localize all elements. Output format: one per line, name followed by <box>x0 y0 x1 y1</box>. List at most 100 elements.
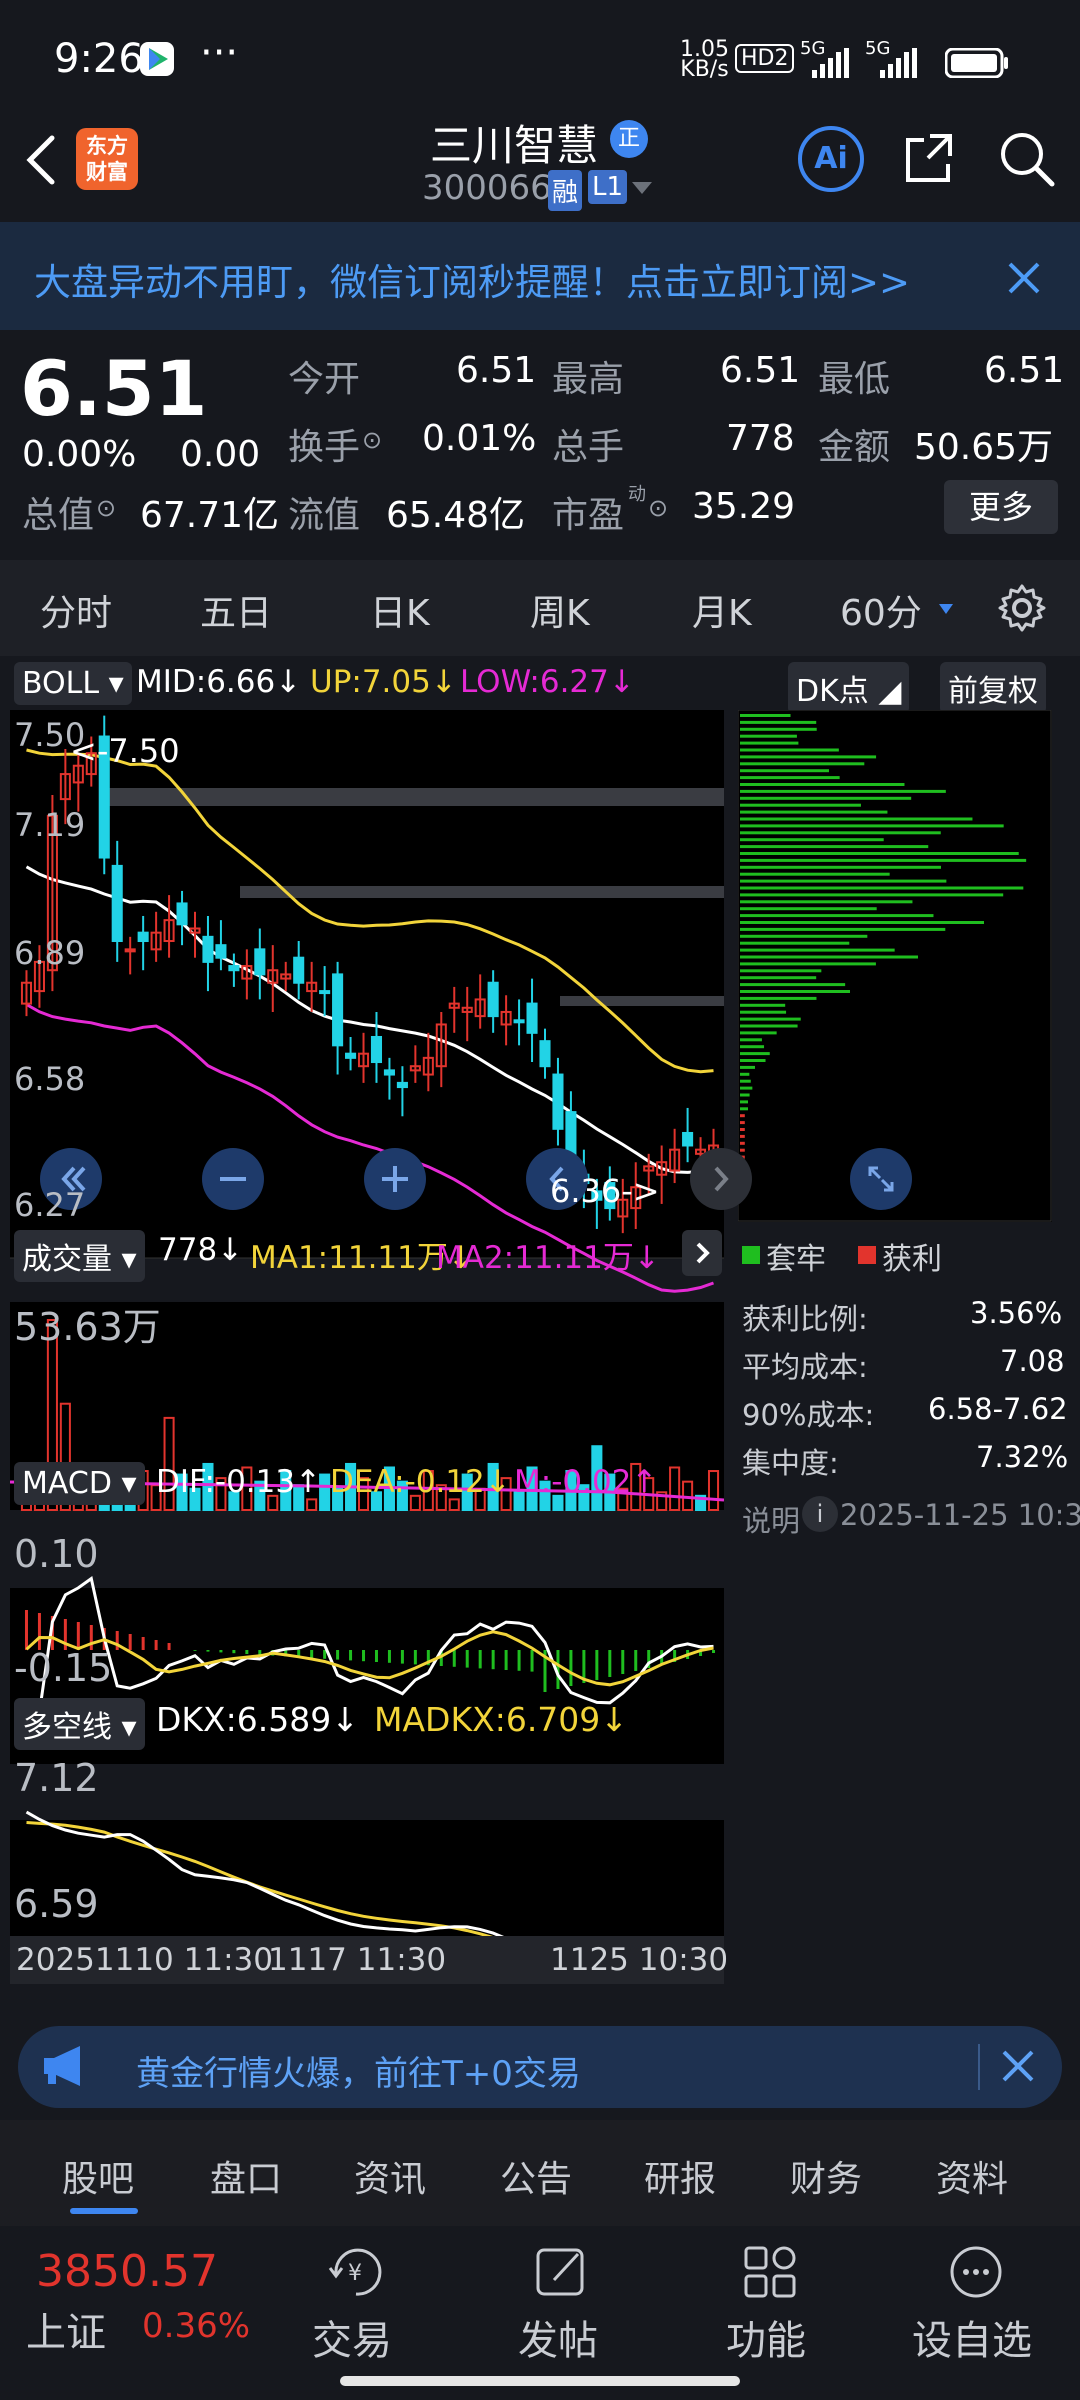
chip-bar <box>740 1141 745 1145</box>
tab-weekly-k[interactable]: 周K <box>530 584 590 636</box>
index-change[interactable]: 0.36% <box>142 2306 250 2346</box>
close-icon[interactable] <box>998 2046 1038 2090</box>
chip-bar <box>740 1038 762 1042</box>
chip-bar <box>740 955 919 959</box>
chevron-down-icon[interactable] <box>630 180 654 200</box>
more-button[interactable]: 更多 <box>944 480 1058 534</box>
ai-assistant-icon[interactable]: Ai <box>798 126 864 192</box>
tab-60min[interactable]: 60分 <box>840 584 922 636</box>
tab-profile[interactable]: 资料 <box>936 2150 1008 2202</box>
tab-announcements[interactable]: 公告 <box>500 2150 572 2202</box>
candle-body <box>293 956 305 984</box>
chip-panel-bg <box>738 710 1052 1222</box>
clock: 9:26 <box>54 36 144 82</box>
active-tab-indicator <box>70 2208 138 2214</box>
add-watchlist-label[interactable]: 设自选 <box>912 2308 1032 2366</box>
tab-five-day[interactable]: 五日 <box>200 584 272 636</box>
chip-bar <box>740 1114 745 1118</box>
back-icon[interactable] <box>20 130 60 194</box>
chip-bar <box>740 789 946 793</box>
search-icon[interactable] <box>996 128 1056 192</box>
quote-panel: 6.51 0.00% 0.00 今开 6.51 最高 6.51 最低 6.51 … <box>0 330 1080 560</box>
index-name[interactable]: 上证 <box>26 2300 106 2358</box>
more-notifications-icon: ··· <box>200 30 239 76</box>
tab-dropdown-icon[interactable] <box>938 600 954 619</box>
promo-bar[interactable]: 黄金行情火爆，前往T+0交易 <box>18 2026 1062 2108</box>
indicator-select-dkx[interactable]: 多空线 ▾ <box>14 1698 145 1750</box>
expand-icon[interactable] <box>850 1148 912 1210</box>
tab-intraday[interactable]: 分时 <box>40 584 112 636</box>
chip-stat-value: 7.32% <box>976 1440 1069 1474</box>
hd-icon: HD2 <box>735 44 795 73</box>
info-icon[interactable]: i <box>802 1496 838 1532</box>
price-axis-label: 7.19 <box>14 806 86 844</box>
tab-monthly-k[interactable]: 月K <box>692 584 752 636</box>
tab-pankou[interactable]: 盘口 <box>210 2150 282 2202</box>
high-label: 最高 <box>552 359 625 400</box>
chip-bar <box>740 796 912 800</box>
boll-up: UP:7.05↓ <box>310 664 457 700</box>
adjustment-selector[interactable]: 前复权 <box>940 662 1046 714</box>
tab-daily-k[interactable]: 日K <box>370 584 430 636</box>
chip-bar <box>740 845 929 849</box>
pe-label: 市盈 <box>552 495 625 536</box>
volume-ma2: MA2:11.11万↓ <box>436 1240 660 1276</box>
chip-stat-label: 集中度: <box>742 1446 839 1480</box>
total-value-label: 总值 <box>22 495 95 536</box>
verified-badge-icon: 正 <box>610 120 648 158</box>
function-label[interactable]: 功能 <box>726 2308 806 2366</box>
more-dots-icon[interactable] <box>948 2244 1004 2304</box>
close-icon[interactable] <box>1004 258 1044 302</box>
chip-bar <box>740 803 861 807</box>
chip-bar <box>740 769 829 773</box>
dk-point-selector[interactable]: DK点 ◢ <box>788 662 910 714</box>
subscription-banner[interactable]: 大盘异动不用盯，微信订阅秒提醒！点击立即订阅>> <box>0 222 1080 330</box>
candle-body <box>111 864 123 943</box>
share-icon[interactable] <box>900 128 960 192</box>
chip-bar <box>740 1107 748 1111</box>
info-icon[interactable]: ⊙ <box>648 494 668 522</box>
chip-bar <box>740 927 946 931</box>
promo-text[interactable]: 黄金行情火爆，前往T+0交易 <box>136 2046 581 2095</box>
function-grid-icon[interactable] <box>742 2244 798 2304</box>
indicator-select-macd[interactable]: MACD ▾ <box>14 1462 145 1505</box>
trade-label[interactable]: 交易 <box>312 2308 392 2366</box>
chip-bar <box>740 886 1024 890</box>
note-label: 说明 <box>742 1504 801 1538</box>
expand-panel-icon[interactable] <box>682 1230 722 1276</box>
signal-icon <box>812 48 852 82</box>
banner-text[interactable]: 大盘异动不用盯，微信订阅秒提醒！点击立即订阅>> <box>34 252 910 306</box>
chip-bar <box>740 1134 745 1138</box>
tab-research[interactable]: 研报 <box>644 2150 716 2202</box>
candle-body <box>332 973 344 1047</box>
indicator-select-volume[interactable]: 成交量 ▾ <box>14 1230 145 1282</box>
settings-gear-icon[interactable] <box>996 582 1048 638</box>
bottom-toolbar: 3850.57 上证 0.36% ¥ 交易 发帖 功能 设自选 <box>0 2228 1080 2400</box>
volume-label: 总手 <box>552 427 625 468</box>
tab-news[interactable]: 资讯 <box>354 2150 426 2202</box>
stock-name[interactable]: 三川智慧 <box>430 112 598 173</box>
status-bar: 9:26 ··· 1.05 KB/s HD2 5G 5G <box>0 0 1080 120</box>
candle-body <box>202 935 214 963</box>
zoom-out-icon[interactable] <box>202 1148 264 1210</box>
tab-finance[interactable]: 财务 <box>790 2150 862 2202</box>
zoom-in-icon[interactable] <box>364 1148 426 1210</box>
chip-bar <box>740 1045 765 1049</box>
chip-bar <box>740 976 817 980</box>
trade-icon[interactable]: ¥ <box>326 2244 386 2304</box>
candle-body <box>345 1052 357 1059</box>
chip-bar <box>740 900 913 904</box>
post-label[interactable]: 发帖 <box>518 2308 598 2366</box>
signal-icon-2 <box>880 48 926 82</box>
chip-bar <box>740 1031 777 1035</box>
high-price-marker: <-7.50 <box>70 732 180 770</box>
post-icon[interactable] <box>534 2244 590 2304</box>
info-icon[interactable]: ⊙ <box>362 426 382 454</box>
info-icon[interactable]: ⊙ <box>96 494 116 522</box>
chip-bar <box>740 1128 745 1131</box>
index-value[interactable]: 3850.57 <box>36 2246 218 2297</box>
indicator-select-boll[interactable]: BOLL ▾ <box>14 662 132 705</box>
chip-bar <box>740 921 984 924</box>
scroll-next-icon[interactable] <box>690 1148 752 1210</box>
tab-guba[interactable]: 股吧 <box>62 2150 134 2202</box>
